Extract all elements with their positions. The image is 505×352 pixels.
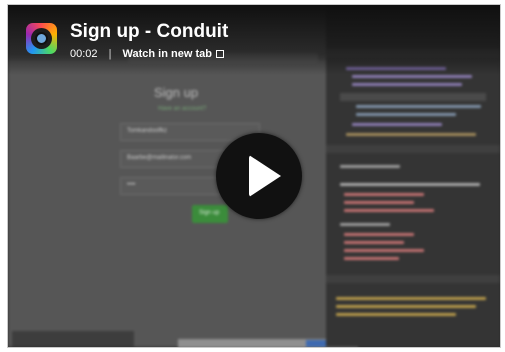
code-line bbox=[336, 305, 476, 308]
code-line bbox=[352, 123, 442, 126]
blurred-signup-heading: Sign up bbox=[154, 85, 199, 100]
code-line bbox=[344, 257, 399, 260]
code-line bbox=[344, 201, 414, 204]
watch-in-new-tab-link[interactable]: Watch in new tab bbox=[123, 48, 224, 60]
code-line bbox=[344, 249, 424, 252]
code-line bbox=[356, 113, 456, 116]
code-line bbox=[344, 193, 424, 196]
blurred-console-tabs bbox=[326, 275, 500, 283]
blurred-email-value: Baarbe@mailinator.com bbox=[127, 155, 192, 161]
logo-lens bbox=[35, 32, 48, 45]
meta-separator: | bbox=[108, 48, 112, 60]
code-line bbox=[340, 223, 390, 226]
blurred-password-value: •••• bbox=[127, 182, 136, 188]
code-line bbox=[346, 133, 476, 136]
video-title[interactable]: Sign up - Conduit bbox=[70, 21, 228, 43]
play-icon bbox=[249, 155, 281, 197]
blurred-signup-button-label: Sign up bbox=[199, 210, 220, 216]
code-line bbox=[336, 313, 456, 316]
blurred-devtools-subtabs bbox=[326, 145, 500, 153]
video-duration: 00:02 bbox=[70, 48, 98, 60]
play-button[interactable] bbox=[216, 133, 302, 219]
code-line bbox=[356, 105, 481, 108]
watch-link-label: Watch in new tab bbox=[122, 48, 212, 60]
code-line bbox=[344, 233, 414, 236]
code-line bbox=[336, 297, 486, 300]
recorder-logo-icon bbox=[26, 23, 57, 54]
external-link-icon bbox=[215, 50, 224, 58]
code-line bbox=[344, 209, 434, 212]
video-player[interactable]: Sign up Have an account? Tomkandoolfkz B… bbox=[7, 4, 501, 348]
blurred-taskbar-tab bbox=[12, 331, 134, 347]
blurred-have-account-link: Have an account? bbox=[158, 106, 207, 112]
code-line bbox=[340, 183, 480, 186]
blurred-username-value: Tomkandoolfkz bbox=[127, 128, 168, 134]
blurred-signup-button: Sign up bbox=[192, 205, 228, 223]
video-meta: 00:02 | Watch in new tab bbox=[70, 48, 224, 60]
code-line bbox=[352, 75, 472, 78]
code-line bbox=[340, 165, 400, 168]
blurred-selected-node bbox=[340, 93, 486, 101]
video-header: Sign up - Conduit 00:02 | Watch in new t… bbox=[8, 5, 500, 75]
code-line bbox=[352, 83, 462, 86]
code-line bbox=[344, 241, 404, 244]
